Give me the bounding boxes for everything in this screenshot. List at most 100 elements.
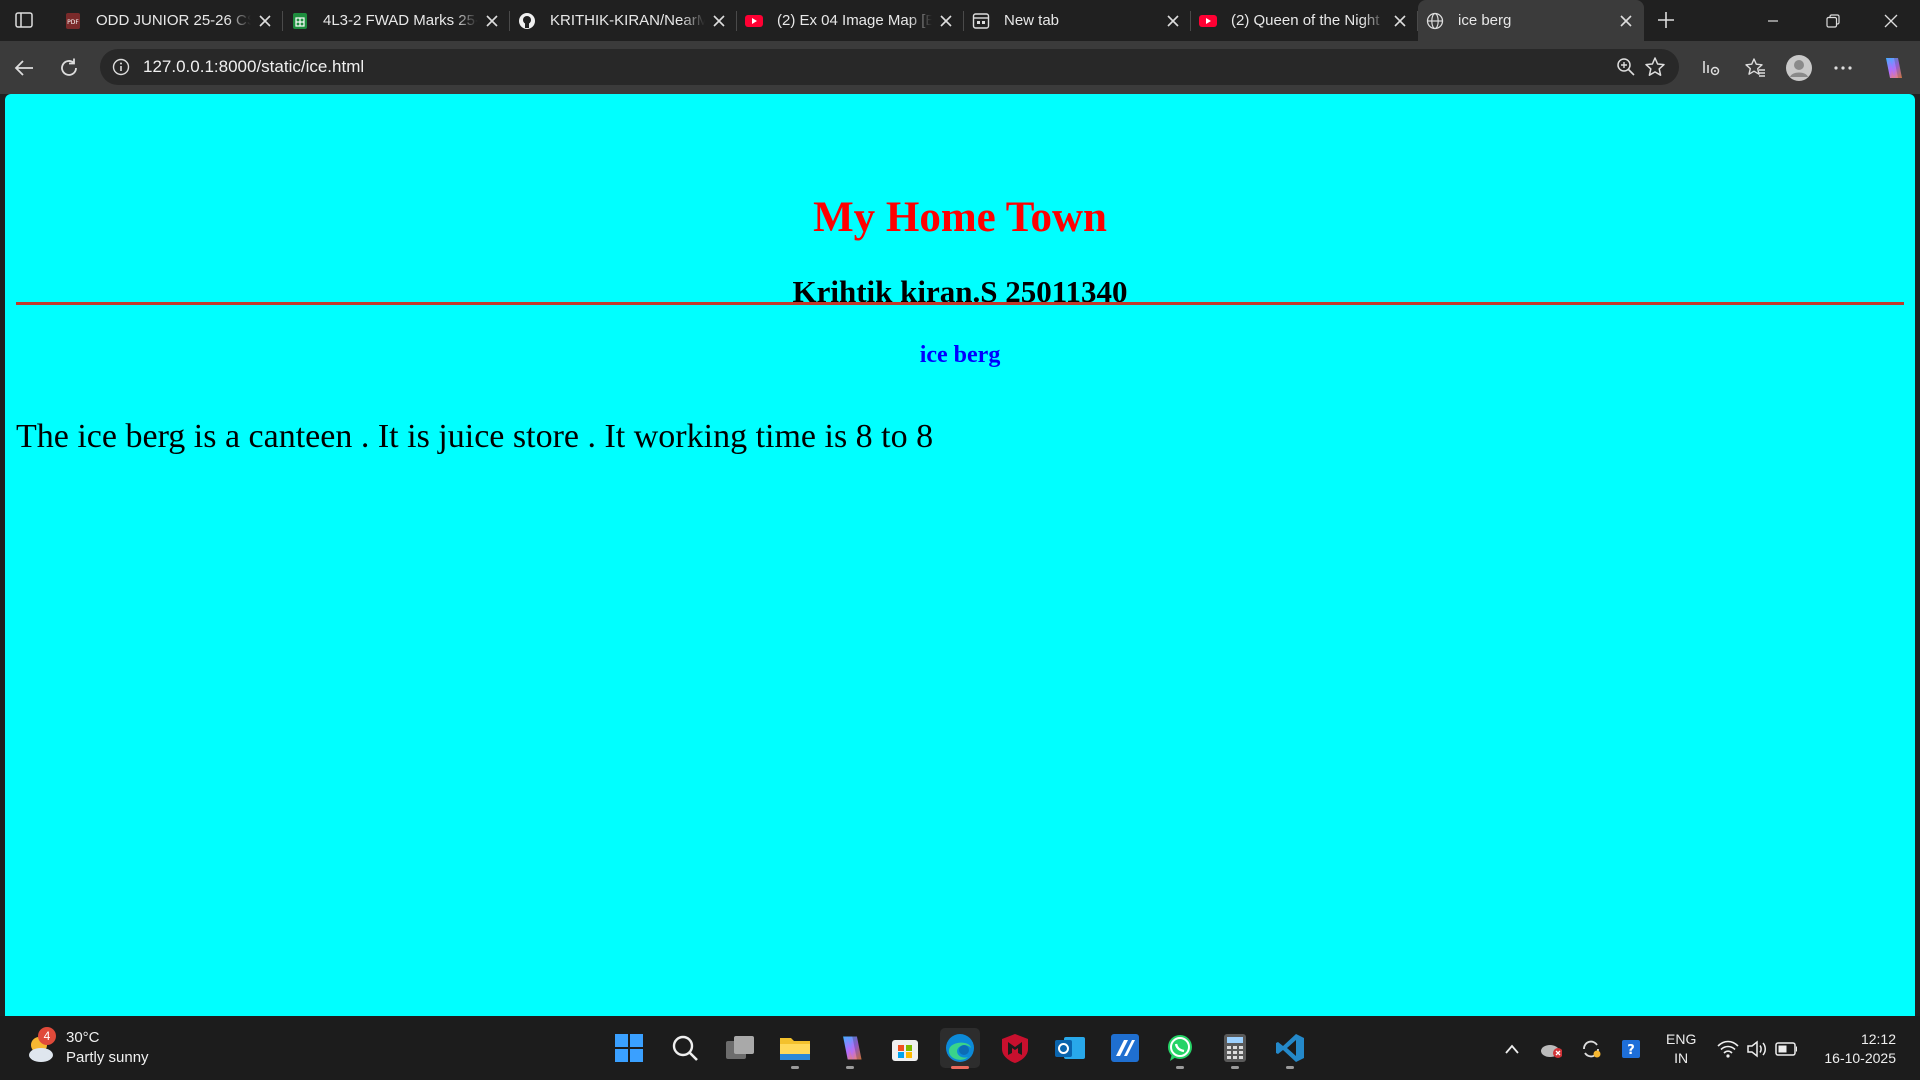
search-icon [672,1035,698,1061]
restore-icon [1826,13,1840,28]
favorites-button[interactable] [1741,54,1769,82]
page-paragraph: The ice berg is a canteen . It is juice … [16,418,934,455]
store-button[interactable] [885,1028,925,1068]
copilot-app-button[interactable] [830,1028,870,1069]
copilot-icon [1886,58,1902,78]
mcafee-icon [1002,1034,1028,1063]
file-explorer-button[interactable] [775,1028,815,1069]
tab-fwad-marks[interactable]: 4L3-2 FWAD Marks 25-26 [283,0,510,41]
weather-widget[interactable]: 4 30°C Partly sunny [24,1027,149,1068]
pdf-icon: PDF [64,12,82,30]
page-viewport: My Home Town Krihtik kiran.S 25011340 ic… [5,94,1915,1016]
tab-odd-junior[interactable]: PDF ODD JUNIOR 25-26 CSE [56,0,283,41]
tab-new-tab[interactable]: New tab [964,0,1191,41]
favorite-star-icon[interactable] [1642,54,1668,80]
calculator-icon [1224,1034,1246,1062]
store-icon [892,1040,918,1061]
task-view-button[interactable] [720,1028,760,1068]
vscode-button[interactable] [1270,1028,1310,1069]
partly-sunny-icon: 4 [24,1027,58,1065]
start-icon [615,1034,643,1062]
weather-badge: 4 [38,1027,56,1045]
settings-more-button[interactable] [1829,54,1857,82]
new-tab-button[interactable] [1653,7,1679,33]
close-window-button[interactable] [1862,0,1920,41]
tab-title: 4L3-2 FWAD Marks 25-26 [323,12,478,29]
close-icon[interactable] [938,13,954,29]
zoom-icon[interactable] [1613,54,1639,80]
close-icon[interactable] [257,13,273,29]
search-button[interactable] [665,1028,705,1068]
sheets-icon [291,12,309,30]
copilot-icon [843,1036,862,1060]
wifi-icon[interactable] [1717,1038,1739,1060]
weather-temperature: 30°C [66,1029,100,1046]
tab-actions-icon[interactable] [14,10,34,30]
page-heading: My Home Town [813,194,1107,241]
help-icon[interactable]: ? [1620,1038,1642,1060]
tab-queen-of-the-night[interactable]: (2) Queen of the Night [1191,0,1418,41]
minimize-button[interactable] [1744,0,1802,41]
mcafee-button[interactable] [995,1028,1035,1068]
refresh-button[interactable] [55,54,83,82]
globe-icon [1426,12,1444,30]
avatar [1786,55,1812,81]
svg-text:?: ? [1627,1043,1635,1058]
restore-button[interactable] [1804,0,1862,41]
section-title: ice berg [919,342,1001,368]
refresh-icon [61,58,77,76]
favorites-icon [1745,58,1765,77]
tab-title: (2) Ex 04 Image Map [Ea [777,12,932,29]
task-view-icon [726,1036,754,1059]
tab-github[interactable]: KRITHIK-KIRAN/NearMe [510,0,737,41]
clock-date: 16-10-2025 [1824,1050,1896,1066]
weather-condition: Partly sunny [66,1049,149,1066]
url-text[interactable]: 127.0.0.1:8000/static/ice.html [143,57,364,77]
more-icon [1834,66,1852,70]
tab-strip: PDF ODD JUNIOR 25-26 CSE 4L3-2 FWAD Mark… [56,0,1644,41]
close-icon[interactable] [1165,13,1181,29]
onedrive-error-icon[interactable] [1540,1038,1562,1060]
outlook-button[interactable] [1050,1028,1090,1068]
taskbar: 4 30°C Partly sunny ? ENG IN 12:12 16-10… [0,1016,1920,1080]
tab-ice-berg[interactable]: ice berg [1418,0,1644,41]
copilot-button[interactable] [1878,54,1906,82]
whatsapp-icon [1168,1035,1192,1061]
minimize-icon [1768,19,1778,22]
title-bar: PDF ODD JUNIOR 25-26 CSE 4L3-2 FWAD Mark… [0,0,1920,41]
language-code: ENG [1666,1031,1697,1047]
plus-icon [1658,12,1674,28]
tab-image-map[interactable]: (2) Ex 04 Image Map [Ea [737,0,964,41]
whatsapp-button[interactable] [1160,1028,1200,1069]
profile-button[interactable] [1785,54,1813,82]
divider [16,302,1904,305]
close-icon[interactable] [484,13,500,29]
start-button[interactable] [609,1028,649,1068]
tab-title: KRITHIK-KIRAN/NearMe [550,12,705,29]
close-icon[interactable] [1618,13,1634,29]
github-icon [518,12,536,30]
svg-text:PDF: PDF [67,19,79,26]
language-indicator[interactable]: ENG IN [1666,1030,1696,1068]
tab-title: ice berg [1458,12,1512,29]
battery-icon[interactable] [1775,1038,1797,1060]
address-bar[interactable]: 127.0.0.1:8000/static/ice.html [100,49,1679,85]
chevron-up-icon[interactable] [1501,1038,1523,1060]
sync-icon[interactable] [1580,1038,1602,1060]
close-icon[interactable] [711,13,727,29]
back-button[interactable] [10,54,38,82]
browser-toolbar: 127.0.0.1:8000/static/ice.html [0,41,1920,94]
edge-icon [946,1034,974,1062]
tab-title: (2) Queen of the Night [1231,12,1380,29]
edge-button[interactable] [940,1028,980,1069]
app-button[interactable] [1105,1028,1145,1068]
read-aloud-button[interactable] [1697,54,1725,82]
outlook-icon [1055,1037,1085,1059]
system-clock[interactable]: 12:12 16-10-2025 [1824,1030,1896,1068]
close-icon[interactable] [1392,13,1408,29]
read-aloud-icon [1703,61,1720,76]
calculator-button[interactable] [1215,1028,1255,1069]
site-info-icon[interactable] [111,57,131,77]
new-tab-page-icon [972,12,990,30]
volume-icon[interactable] [1746,1038,1768,1060]
